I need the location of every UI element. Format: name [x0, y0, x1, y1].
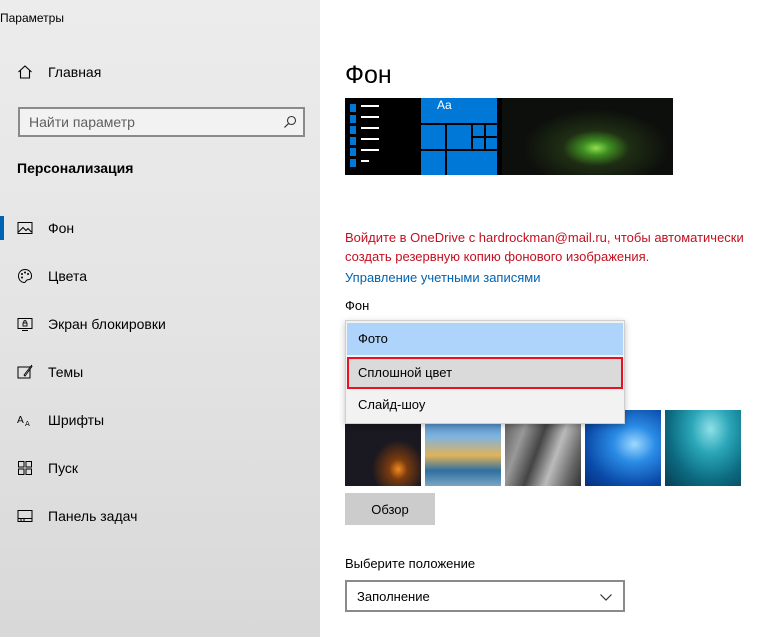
nav-home-label: Главная — [48, 64, 102, 80]
sidebar-item-label: Экран блокировки — [48, 316, 166, 332]
manage-accounts-link[interactable]: Управление учетными записями — [345, 270, 540, 285]
sidebar-item-lock-screen[interactable]: Экран блокировки — [0, 300, 320, 348]
browse-button[interactable]: Обзор — [345, 493, 435, 525]
sidebar-item-label: Пуск — [48, 460, 79, 476]
sidebar-item-themes[interactable]: Темы — [0, 348, 320, 396]
preview-photo — [502, 98, 673, 175]
sidebar-item-background[interactable]: Фон — [0, 204, 320, 252]
sidebar: Параметры Главная Персонализация Фон Цве… — [0, 0, 320, 637]
lock-screen-icon — [17, 316, 33, 332]
preview-tiles: Aa — [419, 98, 501, 175]
search-icon[interactable] — [283, 115, 297, 129]
sidebar-item-label: Фон — [48, 220, 75, 236]
sidebar-item-label: Цвета — [48, 268, 87, 284]
sidebar-item-fonts[interactable]: AA Шрифты — [0, 396, 320, 444]
sidebar-item-label: Темы — [48, 364, 84, 380]
page-title: Фон — [345, 61, 392, 89]
search-box[interactable] — [18, 107, 305, 137]
position-select[interactable]: Заполнение — [345, 580, 625, 612]
preview-tile-text: Aa — [437, 98, 452, 112]
svg-text:A: A — [17, 415, 24, 426]
sidebar-item-taskbar[interactable]: Панель задач — [0, 492, 320, 540]
sidebar-item-label: Панель задач — [48, 508, 138, 524]
nav-list: Фон Цвета Экран блокировки Темы AA Шрифт… — [0, 204, 320, 540]
search-input[interactable] — [29, 114, 269, 130]
option-photo[interactable]: Фото — [347, 323, 623, 355]
nav-home[interactable]: Главная — [17, 64, 101, 80]
position-label: Выберите положение — [345, 556, 476, 571]
preview-start-menu — [345, 98, 386, 175]
svg-text:A: A — [25, 420, 30, 428]
palette-icon — [17, 268, 33, 284]
section-title: Персонализация — [17, 160, 134, 176]
sidebar-item-start[interactable]: Пуск — [0, 444, 320, 492]
sidebar-item-label: Шрифты — [48, 412, 105, 428]
option-slideshow[interactable]: Слайд-шоу — [347, 389, 623, 421]
position-select-value: Заполнение — [357, 589, 430, 604]
background-dropdown-list[interactable]: Фото Сплошной цвет Слайд-шоу — [345, 320, 625, 424]
picture-icon — [17, 220, 33, 236]
sidebar-item-colors[interactable]: Цвета — [0, 252, 320, 300]
taskbar-icon — [17, 508, 33, 524]
onedrive-notice: Войдите в OneDrive с hardrockman@mail.ru… — [345, 230, 744, 264]
background-label: Фон — [345, 298, 370, 313]
chevron-down-icon — [599, 590, 613, 604]
start-icon — [17, 460, 33, 476]
themes-icon — [17, 364, 33, 380]
option-solid-color[interactable]: Сплошной цвет — [347, 357, 623, 389]
window-title: Параметры — [0, 11, 64, 25]
main-content: Фон Aa Войдите в OneDrive с hardrockman@… — [320, 0, 778, 637]
recent-image-thumbnail[interactable] — [665, 410, 741, 486]
home-icon — [17, 64, 33, 80]
fonts-icon: AA — [17, 412, 33, 428]
background-preview: Aa — [345, 98, 673, 175]
